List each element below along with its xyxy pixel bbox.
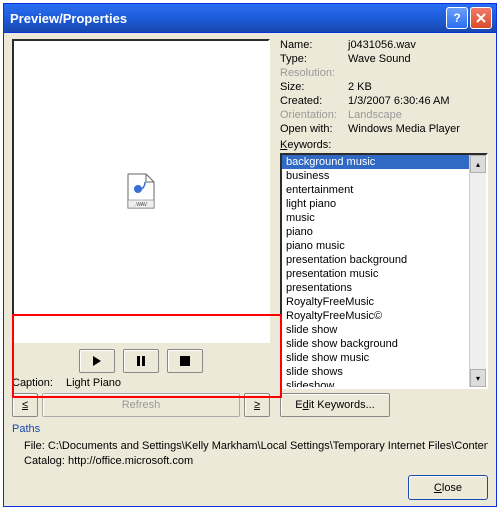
keyword-item[interactable]: piano (282, 225, 469, 239)
keyword-item[interactable]: presentations (282, 281, 469, 295)
paths-content: File: C:\Documents and Settings\Kelly Ma… (24, 439, 488, 469)
property-key: Type: (280, 53, 348, 65)
play-button[interactable] (79, 349, 115, 373)
catalog-path: Catalog: http://office.microsoft.com (24, 454, 488, 469)
preview-area: .WAV (12, 39, 270, 343)
property-value: 2 KB (348, 81, 488, 93)
keyword-item[interactable]: business (282, 169, 469, 183)
keyword-item[interactable]: slideshow (282, 379, 469, 387)
scroll-track[interactable] (470, 173, 486, 369)
property-key: Orientation: (280, 109, 348, 121)
previous-button[interactable]: ≤ (12, 393, 38, 417)
keywords-listbox[interactable]: background musicbusinessentertainmentlig… (280, 153, 488, 389)
properties-grid: Name:j0431056.wavType:Wave SoundResoluti… (280, 39, 488, 135)
scroll-up-button[interactable]: ▴ (470, 155, 486, 173)
keywords-scrollbar[interactable]: ▴ ▾ (469, 155, 486, 387)
property-value: Landscape (348, 109, 488, 121)
keyword-item[interactable]: slide show music (282, 351, 469, 365)
window-title: Preview/Properties (10, 11, 444, 26)
close-button[interactable]: Close (408, 475, 488, 500)
stop-button[interactable] (167, 349, 203, 373)
play-icon (92, 356, 102, 366)
scroll-down-button[interactable]: ▾ (470, 369, 486, 387)
keyword-item[interactable]: presentation background (282, 253, 469, 267)
property-value (348, 67, 488, 79)
keyword-item[interactable]: presentation music (282, 267, 469, 281)
property-key: Created: (280, 95, 348, 107)
keyword-item[interactable]: music (282, 211, 469, 225)
keyword-item[interactable]: RoyaltyFreeMusic© (282, 309, 469, 323)
keyword-item[interactable]: piano music (282, 239, 469, 253)
keyword-item[interactable]: RoyaltyFreeMusic (282, 295, 469, 309)
window-close-button[interactable] (470, 7, 492, 29)
caption-label: Caption: (12, 377, 66, 389)
property-value: j0431056.wav (348, 39, 488, 51)
keyword-item[interactable]: slide show background (282, 337, 469, 351)
property-value: Wave Sound (348, 53, 488, 65)
keyword-item[interactable]: slide shows (282, 365, 469, 379)
close-icon (476, 13, 486, 23)
next-button[interactable]: ≥ (244, 393, 270, 417)
edit-keywords-button[interactable]: Edit Keywords... (280, 393, 390, 417)
property-value: 1/3/2007 6:30:46 AM (348, 95, 488, 107)
keyword-item[interactable]: light piano (282, 197, 469, 211)
stop-icon (180, 356, 190, 366)
property-key: Name: (280, 39, 348, 51)
preview-properties-window: Preview/Properties ? .WAV (3, 3, 497, 507)
caption-value: Light Piano (66, 377, 121, 389)
property-value: Windows Media Player (348, 123, 488, 135)
refresh-button[interactable]: Refresh (42, 393, 240, 417)
pause-button[interactable] (123, 349, 159, 373)
keyword-item[interactable]: slide show (282, 323, 469, 337)
property-key: Open with: (280, 123, 348, 135)
keyword-item[interactable]: background music (282, 155, 469, 169)
pause-icon (136, 356, 146, 366)
file-path: File: C:\Documents and Settings\Kelly Ma… (24, 439, 488, 454)
wav-file-icon: .WAV (126, 173, 156, 209)
help-button[interactable]: ? (446, 7, 468, 29)
titlebar: Preview/Properties ? (4, 4, 496, 33)
paths-heading: Paths (12, 423, 488, 435)
property-key: Size: (280, 81, 348, 93)
property-key: Resolution: (280, 67, 348, 79)
svg-text:.WAV: .WAV (135, 202, 148, 208)
keyword-item[interactable]: entertainment (282, 183, 469, 197)
